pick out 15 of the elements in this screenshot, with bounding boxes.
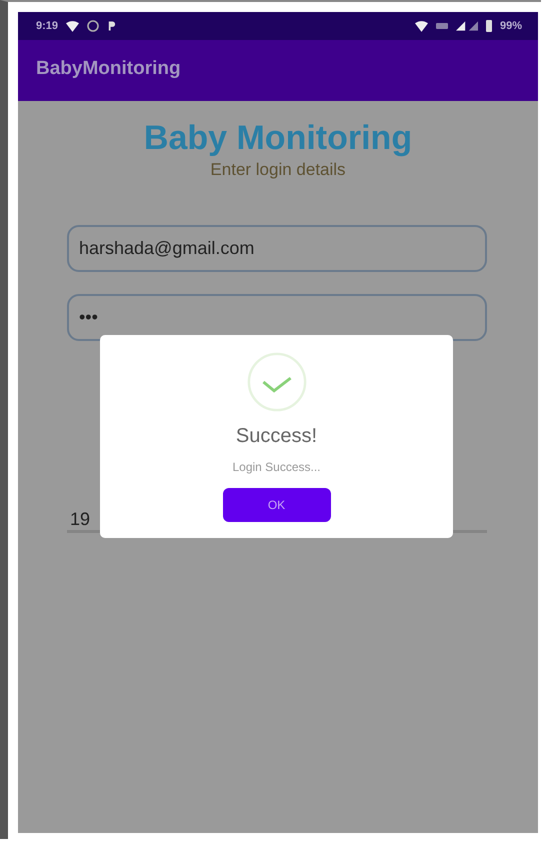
app-title: BabyMonitoring — [36, 58, 181, 80]
status-time: 9:19 — [36, 20, 58, 32]
p-icon — [107, 20, 116, 32]
page-heading: Baby Monitoring — [144, 119, 412, 158]
dialog-title: Success! — [236, 425, 318, 448]
ok-button[interactable]: OK — [222, 488, 330, 522]
dialog-message: Login Success... — [232, 460, 321, 474]
input-field[interactable]: harshada@gmail.com — [67, 225, 487, 272]
page-subheading: Enter login details — [210, 160, 346, 180]
check-icon — [246, 351, 308, 413]
wifi-icon — [414, 20, 428, 32]
battery-icon — [486, 20, 492, 32]
signal-icon — [456, 21, 478, 31]
battery-level: 99% — [500, 20, 522, 32]
wifi-icon — [66, 20, 80, 32]
